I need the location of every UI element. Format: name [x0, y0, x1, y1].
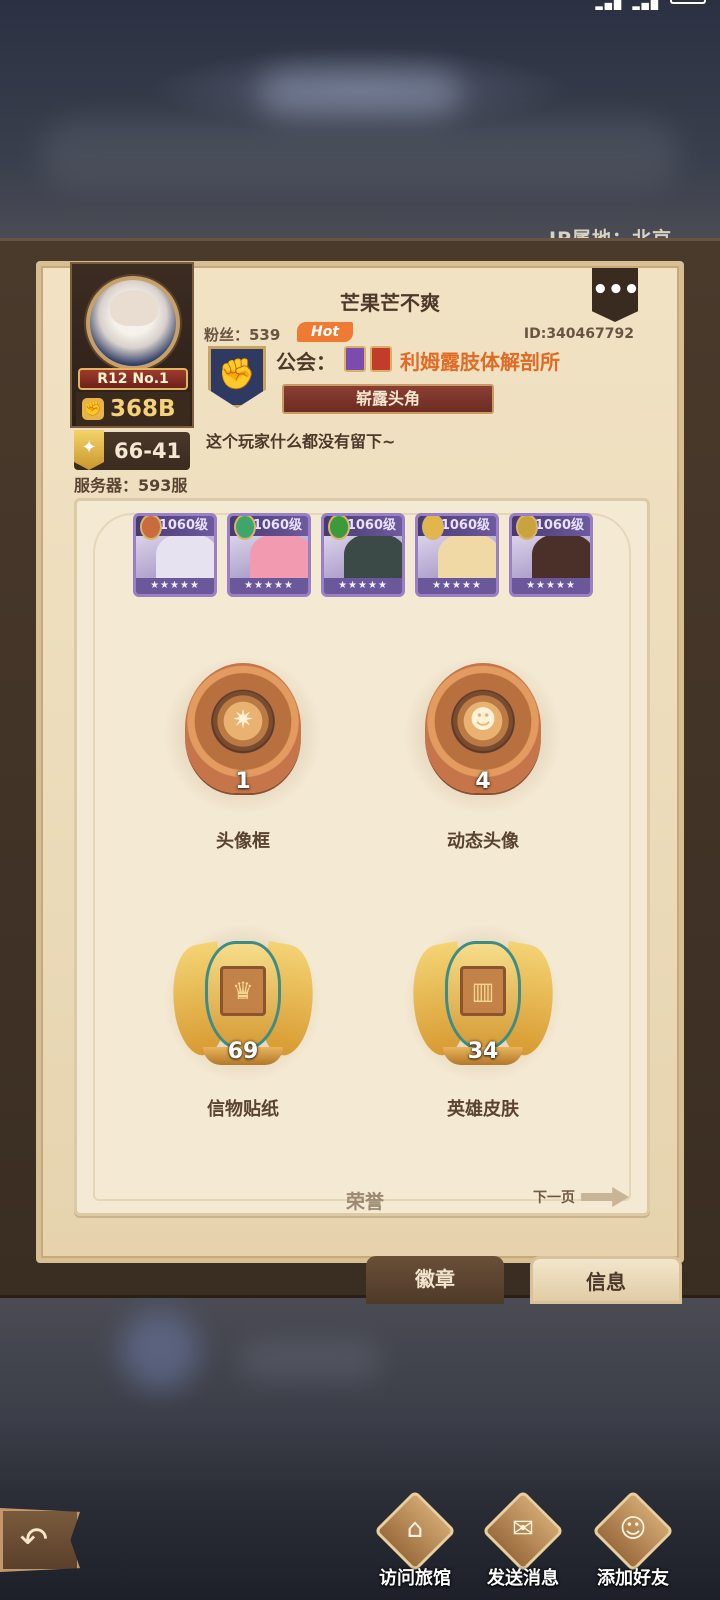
player-signature: 这个玩家什么都没有留下~ [206, 432, 396, 451]
honor-label: 信物贴纸 [207, 1099, 279, 1120]
guild-crown-icon [344, 346, 366, 372]
honor-hero-skins[interactable]: ▥ 34 英雄皮肤 [393, 919, 573, 1129]
hero-stars: ★★★★★ [136, 578, 214, 594]
fans-count: 粉丝：539 [204, 326, 281, 344]
hero-portrait [438, 534, 496, 584]
more-options-button[interactable]: ••• [592, 268, 638, 322]
server-label: 服务器：593服 [74, 476, 188, 495]
rank-ribbon: R12 No.1 [78, 368, 188, 390]
faction-icon [422, 516, 444, 540]
hero-slot[interactable]: 1060级 ★★★★★ [509, 513, 593, 597]
honor-avatar-frame[interactable]: ✷ 1 头像框 [153, 651, 333, 861]
send-message-button[interactable]: ✉ 发送消息 [474, 1489, 572, 1592]
ellipsis-icon: ••• [592, 275, 639, 305]
tab-info[interactable]: 信息 [530, 1256, 682, 1304]
faction-icon [516, 516, 538, 540]
hero-slot[interactable]: 1060级 ★★★★★ [133, 513, 217, 597]
hero-stars: ★★★★★ [324, 578, 402, 594]
avatar[interactable] [86, 276, 180, 370]
crown-sticker-icon: ♛ [220, 966, 266, 1016]
status-bar: ▂▄▆ ▂▄▆ [0, 0, 720, 14]
honor-stickers[interactable]: ♛ 69 信物贴纸 [153, 919, 333, 1129]
battery-icon [670, 0, 706, 4]
hero-slot[interactable]: 1060级 ★★★★★ [321, 513, 405, 597]
star-badge-icon: ✦ [74, 430, 104, 470]
hero-stars: ★★★★★ [512, 578, 590, 594]
arena-score: ✦ 66-41 [74, 430, 190, 470]
power-value: ✊ 368B [76, 392, 190, 426]
player-id: ID:340467792 [523, 326, 634, 342]
card-title: 荣誉 [345, 1191, 384, 1213]
hero-slot[interactable]: 1060级 ★★★★★ [227, 513, 311, 597]
portrait-icon: ☻ [453, 691, 513, 751]
honor-label: 头像框 [216, 831, 270, 852]
honor-dynamic-avatar[interactable]: ☻ 4 动态头像 [393, 651, 573, 861]
honor-count: 34 [467, 1039, 499, 1064]
action-label: 访问旅馆 [379, 1568, 451, 1589]
honor-count: 1 [235, 769, 251, 794]
back-button[interactable]: ↶ [0, 1508, 80, 1572]
hero-portrait [156, 534, 214, 584]
honor-count: 4 [475, 769, 491, 794]
honor-card: 1060级 ★★★★★ 1060级 ★★★★★ 1060级 ★★★★★ 1060… [74, 498, 650, 1216]
signal-icon: ▂▄▆ ▂▄▆ [595, 0, 660, 10]
faction-icon [234, 516, 256, 540]
guild-label: 公会： [276, 350, 336, 374]
hero-stars: ★★★★★ [418, 578, 496, 594]
hero-portrait [344, 534, 402, 584]
fist-icon: ✊ [82, 398, 104, 420]
back-arrow-icon: ↶ [19, 1520, 49, 1560]
hero-portrait [532, 534, 590, 584]
hot-badge: Hot [297, 322, 353, 342]
add-friend-icon: ☺ [619, 1514, 647, 1544]
add-friend-button[interactable]: ☺ 添加好友 [584, 1489, 682, 1592]
honor-label: 英雄皮肤 [447, 1099, 519, 1120]
power-text: 368B [110, 396, 176, 422]
arrow-right-icon [581, 1187, 629, 1207]
envelope-icon: ✉ [512, 1514, 534, 1544]
hero-lineup: 1060级 ★★★★★ 1060级 ★★★★★ 1060级 ★★★★★ 1060… [133, 513, 597, 599]
guild-rank-icons [344, 346, 396, 372]
wardrobe-icon: ▥ [460, 966, 506, 1016]
compass-star-icon: ✷ [213, 691, 273, 751]
score-text: 66-41 [114, 439, 182, 463]
honor-count: 69 [227, 1039, 259, 1064]
hero-portrait [250, 534, 308, 584]
hero-slot[interactable]: 1060级 ★★★★★ [415, 513, 499, 597]
player-name: 芒果芒不爽 [340, 291, 440, 315]
faction-icon [140, 516, 162, 540]
faction-icon [328, 516, 350, 540]
next-page-label: 下一页 [533, 1190, 575, 1206]
avatar-panel[interactable]: R12 No.1 ✊ 368B [70, 262, 194, 428]
tavern-icon: ⌂ [406, 1514, 424, 1544]
action-label: 添加好友 [597, 1568, 669, 1589]
player-title-badge: 崭露头角 [282, 384, 494, 414]
tab-badge[interactable]: 徽章 [366, 1256, 504, 1304]
hero-stars: ★★★★★ [230, 578, 308, 594]
visit-tavern-button[interactable]: ⌂ 访问旅馆 [366, 1489, 464, 1592]
action-label: 发送消息 [487, 1568, 559, 1589]
next-page-button[interactable]: 下一页 [533, 1183, 629, 1211]
guild-banner-icon [370, 346, 392, 372]
honor-label: 动态头像 [447, 831, 519, 852]
guild-name-link[interactable]: 利姆露肢体解剖所 [400, 346, 560, 375]
